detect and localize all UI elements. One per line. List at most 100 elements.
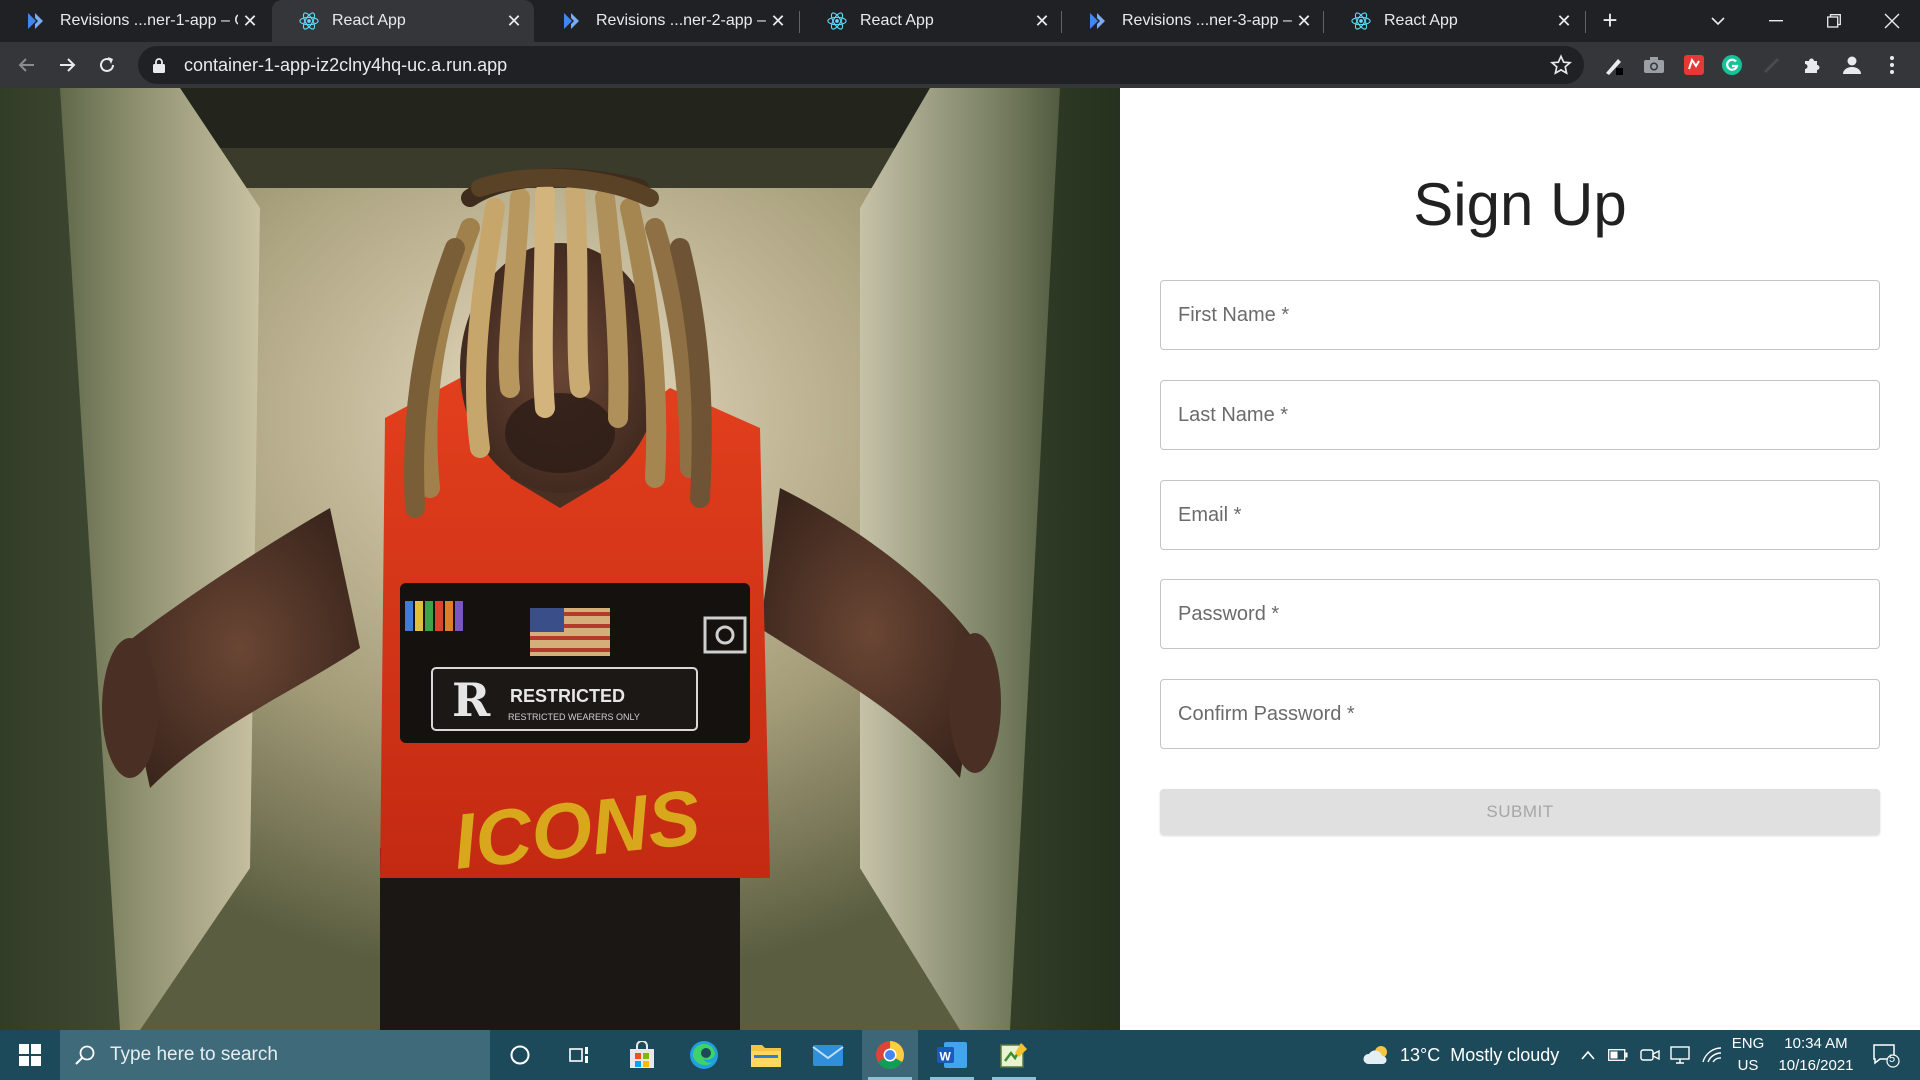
- battery-icon[interactable]: [1608, 1030, 1628, 1080]
- red-extension-icon[interactable]: [1682, 53, 1706, 77]
- arrow-left-icon: [18, 58, 34, 72]
- email-field[interactable]: Email *: [1160, 480, 1880, 550]
- cloud-run-icon: [26, 10, 48, 32]
- file-explorer-app[interactable]: [738, 1030, 794, 1080]
- signup-form: Sign Up First Name * Last Name * Email *…: [1120, 88, 1920, 1030]
- edge-icon: [690, 1041, 718, 1069]
- search-icon: [74, 1044, 96, 1066]
- word-app[interactable]: W: [924, 1030, 980, 1080]
- password-field[interactable]: Password *: [1160, 579, 1880, 649]
- reload-button[interactable]: [92, 50, 122, 80]
- react-icon: [1350, 10, 1372, 32]
- action-center-button[interactable]: 5: [1866, 1030, 1906, 1080]
- disabled-extension-icon[interactable]: [1760, 53, 1784, 77]
- weather-widget[interactable]: 13°C Mostly cloudy: [1362, 1030, 1559, 1080]
- tab-title: React App: [860, 12, 934, 29]
- store-icon: [630, 1041, 654, 1068]
- paint-icon: [1000, 1043, 1027, 1068]
- close-icon[interactable]: ✕: [766, 9, 790, 33]
- close-icon[interactable]: ✕: [1292, 9, 1316, 33]
- windows-logo-icon: [19, 1044, 41, 1066]
- tab-title: Revisions ...ner-2-app – Clo: [596, 12, 766, 29]
- chrome-app[interactable]: [862, 1030, 918, 1080]
- forward-button[interactable]: [52, 50, 82, 80]
- start-button[interactable]: [0, 1030, 60, 1080]
- windows-taskbar: Type here to search W 13°C Mostly cloudy: [0, 1030, 1920, 1080]
- cortana-button[interactable]: [492, 1030, 548, 1080]
- camera-extension-icon[interactable]: [1642, 53, 1666, 77]
- task-view-button[interactable]: [552, 1030, 608, 1080]
- tab-search-button[interactable]: [1690, 0, 1746, 42]
- confirm-password-placeholder: Confirm Password *: [1178, 703, 1355, 725]
- confirm-password-field[interactable]: Confirm Password *: [1160, 679, 1880, 749]
- tab-revisions-1[interactable]: Revisions ...ner-1-app – Clo ✕: [0, 0, 270, 42]
- close-window-button[interactable]: [1864, 0, 1920, 42]
- photo-letter: R: [452, 673, 491, 727]
- pen-extension-icon[interactable]: [1602, 53, 1626, 77]
- mail-icon: [812, 1045, 844, 1066]
- tab-react-app-1[interactable]: React App ✕: [272, 0, 534, 42]
- paint-app[interactable]: [986, 1030, 1042, 1080]
- grammarly-icon[interactable]: [1720, 53, 1744, 77]
- minimize-button[interactable]: [1748, 0, 1804, 42]
- folder-icon: [751, 1045, 781, 1067]
- clock-time: 10:34 AM: [1784, 1035, 1848, 1052]
- tab-title: Revisions ...ner-3-app – Clo: [1122, 12, 1292, 29]
- tab-react-app-3[interactable]: React App ✕: [1324, 0, 1584, 42]
- tab-strip: Revisions ...ner-1-app – Clo ✕ React App…: [0, 0, 1920, 42]
- tab-title: React App: [1384, 12, 1458, 29]
- search-placeholder: Type here to search: [110, 1044, 278, 1065]
- clock[interactable]: 10:34 AM 10/16/2021: [1770, 1030, 1862, 1080]
- meet-now-icon[interactable]: [1640, 1030, 1660, 1080]
- bookmark-star-icon[interactable]: [1550, 54, 1572, 76]
- wifi-icon[interactable]: [1702, 1030, 1722, 1080]
- display-icon[interactable]: [1670, 1030, 1690, 1080]
- chrome-icon: [876, 1041, 904, 1069]
- chevron-up-icon: [1581, 1050, 1595, 1060]
- microsoft-store-app[interactable]: [614, 1030, 670, 1080]
- last-name-field[interactable]: Last Name *: [1160, 380, 1880, 450]
- language-indicator[interactable]: ENG US: [1730, 1030, 1766, 1080]
- tab-title: Revisions ...ner-1-app – Clo: [60, 12, 238, 29]
- close-icon[interactable]: ✕: [238, 9, 262, 33]
- first-name-field[interactable]: First Name *: [1160, 280, 1880, 350]
- cloud-run-icon: [562, 10, 584, 32]
- photo-patch-subtext: RESTRICTED WEARERS ONLY: [508, 712, 640, 722]
- submit-button[interactable]: SUBMIT: [1160, 789, 1880, 835]
- tab-react-app-2[interactable]: React App ✕: [800, 0, 1062, 42]
- react-icon: [298, 10, 320, 32]
- task-view-icon: [569, 1047, 588, 1063]
- hero-photo: R RESTRICTED RESTRICTED WEARERS ONLY ICO…: [0, 88, 1120, 1030]
- taskbar-search-box[interactable]: Type here to search: [60, 1030, 490, 1080]
- arrow-right-icon: [60, 58, 76, 72]
- weather-temperature: 13°C: [1400, 1044, 1441, 1065]
- address-bar[interactable]: container-1-app-iz2clny4hq-uc.a.run.app: [138, 46, 1584, 84]
- close-icon[interactable]: ✕: [502, 9, 526, 33]
- lock-icon[interactable]: [152, 57, 168, 73]
- close-icon[interactable]: ✕: [1552, 9, 1576, 33]
- back-button[interactable]: [12, 50, 42, 80]
- profile-avatar-icon[interactable]: [1840, 53, 1864, 77]
- url-text: container-1-app-iz2clny4hq-uc.a.run.app: [184, 54, 508, 75]
- tab-revisions-2[interactable]: Revisions ...ner-2-app – Clo ✕: [536, 0, 798, 42]
- mail-app[interactable]: [800, 1030, 856, 1080]
- cloud-icon: [1363, 1046, 1387, 1064]
- reload-icon: [100, 57, 114, 72]
- word-icon: W: [937, 1042, 967, 1068]
- extensions-puzzle-icon[interactable]: [1800, 53, 1824, 77]
- kebab-menu-icon[interactable]: [1880, 53, 1904, 77]
- photo-patch-text: RESTRICTED: [510, 686, 625, 706]
- edge-app[interactable]: [676, 1030, 732, 1080]
- close-icon[interactable]: ✕: [1030, 9, 1054, 33]
- email-placeholder: Email *: [1178, 504, 1242, 526]
- weather-description: Mostly cloudy: [1450, 1044, 1560, 1065]
- browser-toolbar: container-1-app-iz2clny4hq-uc.a.run.app: [0, 42, 1920, 88]
- new-tab-button[interactable]: +: [1596, 7, 1624, 35]
- show-hidden-icons-button[interactable]: [1580, 1030, 1596, 1080]
- tab-revisions-3[interactable]: Revisions ...ner-3-app – Clo ✕: [1062, 0, 1324, 42]
- region-code: US: [1737, 1057, 1759, 1074]
- last-name-placeholder: Last Name *: [1178, 404, 1289, 426]
- notification-icon: [1873, 1044, 1900, 1068]
- cloud-run-icon: [1088, 10, 1110, 32]
- restore-button[interactable]: [1806, 0, 1862, 42]
